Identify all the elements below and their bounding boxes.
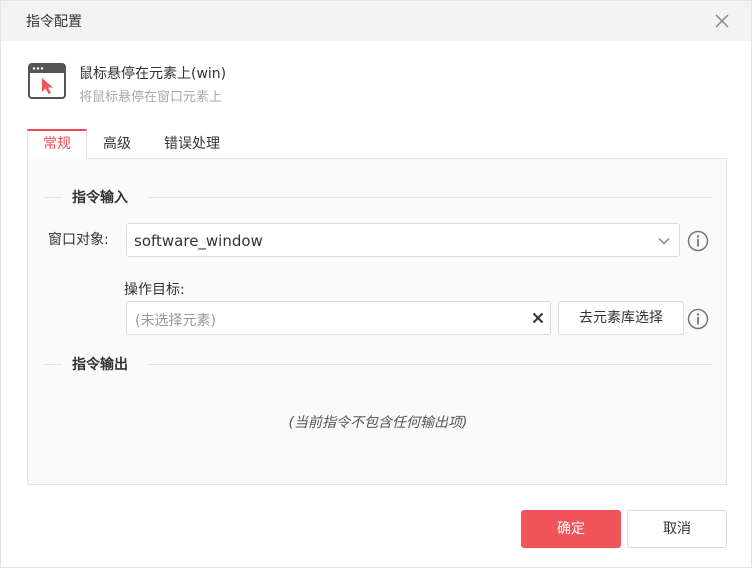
operation-target-field[interactable]: (未选择元素): [126, 301, 551, 335]
command-description: 将鼠标悬停在窗口元素上: [79, 90, 223, 105]
divider: [44, 364, 62, 365]
info-icon[interactable]: [687, 308, 709, 330]
cancel-button[interactable]: 取消: [627, 510, 727, 548]
command-config-dialog: 指令配置 鼠标悬停在元素上(win) 将鼠标悬停在窗口元素上 常规 高级 错误处…: [0, 0, 752, 568]
dialog-titlebar: 指令配置: [1, 1, 751, 41]
close-icon[interactable]: [713, 12, 731, 30]
divider: [148, 364, 712, 365]
output-section-header: 指令输出: [44, 354, 712, 374]
input-section-header: 指令输入: [44, 187, 712, 207]
chevron-down-icon: [658, 237, 670, 245]
operation-target-label: 操作目标:: [124, 282, 185, 298]
clear-icon[interactable]: [531, 311, 545, 325]
command-name: 鼠标悬停在元素上(win): [79, 66, 227, 82]
window-object-value: software_window: [134, 232, 263, 250]
operation-target-placeholder: (未选择元素): [135, 313, 216, 329]
dialog-title: 指令配置: [26, 14, 82, 30]
element-library-button[interactable]: 去元素库选择: [558, 301, 684, 335]
tab-panel-general: 指令输入 窗口对象: software_window 操作目标: (未选择元素)…: [27, 158, 727, 485]
confirm-button[interactable]: 确定: [521, 510, 621, 548]
window-object-select[interactable]: software_window: [126, 223, 680, 257]
output-section-title: 指令输出: [72, 357, 128, 373]
input-section-title: 指令输入: [72, 190, 128, 206]
info-icon[interactable]: [687, 230, 709, 252]
no-output-message: (当前指令不包含任何输出项): [288, 415, 468, 431]
divider: [44, 197, 62, 198]
window-object-label: 窗口对象:: [48, 232, 109, 248]
window-cursor-icon: [28, 63, 66, 99]
tab-advanced[interactable]: 高级: [89, 129, 145, 159]
tab-error-handling[interactable]: 错误处理: [151, 129, 233, 159]
divider: [148, 197, 712, 198]
tab-general[interactable]: 常规: [27, 129, 87, 159]
